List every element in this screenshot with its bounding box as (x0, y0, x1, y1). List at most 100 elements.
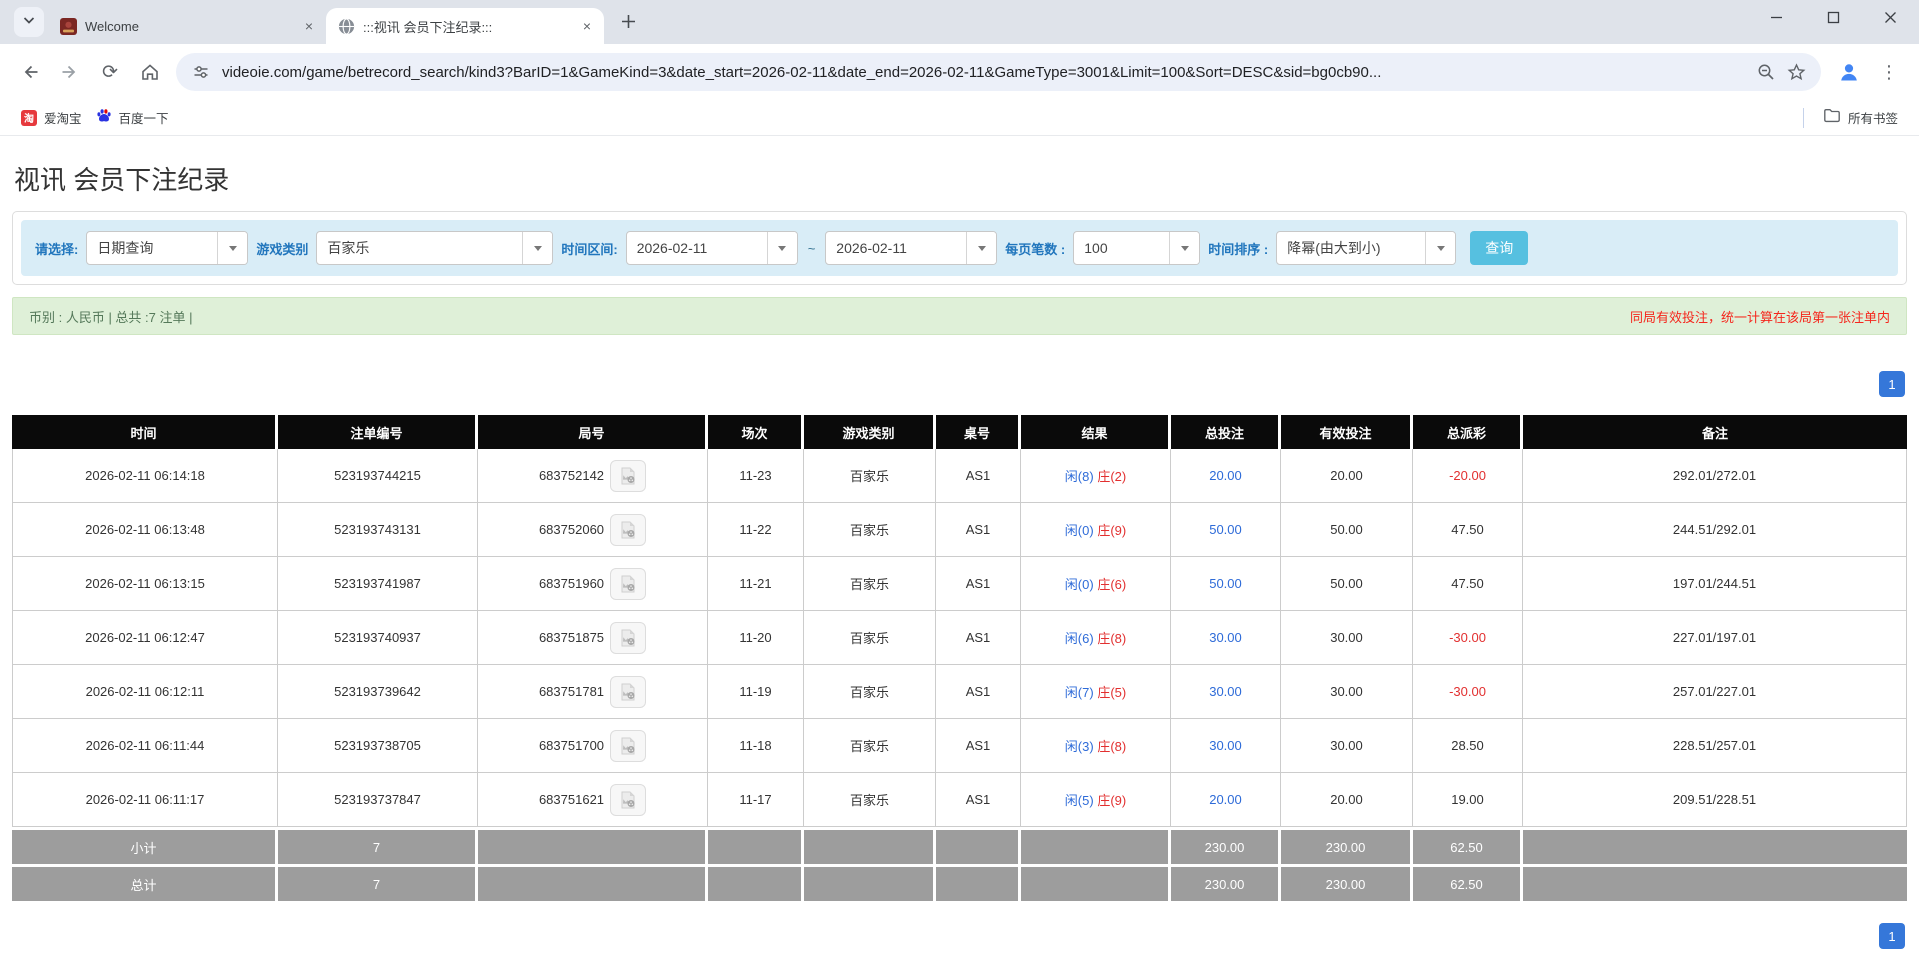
filter-panel: 请选择: 日期查询 游戏类别 百家乐 时间区间: 2026-02-11 ~ 20… (21, 220, 1898, 276)
cell-valid-bet: 30.00 (1281, 719, 1413, 773)
cell-total-bet[interactable]: 20.00 (1171, 449, 1281, 503)
query-type-dropdown[interactable]: 日期查询 (86, 231, 249, 265)
cell-total-bet[interactable]: 30.00 (1171, 719, 1281, 773)
cell-valid-bet: 20.00 (1281, 449, 1413, 503)
bookmarks-divider (1802, 107, 1804, 128)
date-start-value: 2026-02-11 (636, 240, 708, 256)
result-player: 闲(0) (1064, 577, 1094, 592)
new-tab-button[interactable] (614, 7, 642, 35)
bookmark-star-icon[interactable] (1781, 57, 1811, 87)
subtotal-valid-bet: 230.00 (1281, 827, 1413, 864)
bookmark-aitaobao[interactable]: 淘 爱淘宝 (14, 104, 89, 131)
cell-total-bet[interactable]: 30.00 (1171, 611, 1281, 665)
result-banker: 庄(8) (1097, 739, 1127, 754)
cell-session: 11-21 (708, 557, 804, 611)
cell-total-bet[interactable]: 50.00 (1171, 503, 1281, 557)
date-end-value: 2026-02-11 (836, 240, 907, 256)
browser-menu-button[interactable]: ⋮ (1869, 52, 1909, 92)
result-player: 闲(7) (1064, 685, 1094, 700)
film-replay-icon (621, 575, 635, 592)
dropdown-arrow-icon[interactable] (966, 232, 997, 264)
round-media-button[interactable] (610, 567, 647, 600)
subtotal-count: 7 (278, 827, 478, 864)
film-replay-icon (621, 737, 635, 754)
cell-session: 11-19 (708, 665, 804, 719)
bookmark-baidu[interactable]: 百度一下 (89, 104, 176, 131)
filter-container: 请选择: 日期查询 游戏类别 百家乐 时间区间: 2026-02-11 ~ 20… (12, 211, 1907, 285)
tab-welcome[interactable]: Welcome × (48, 8, 326, 44)
zoom-indicator-icon[interactable] (1751, 57, 1781, 87)
round-media-button[interactable] (610, 783, 647, 816)
dropdown-arrow-icon[interactable] (1169, 232, 1200, 264)
close-tab-icon[interactable]: × (300, 17, 318, 35)
site-info-icon[interactable] (186, 57, 216, 87)
page-1-button[interactable]: 1 (1879, 923, 1905, 949)
tab-betrecord[interactable]: :::视讯 会员下注纪录::: × (326, 8, 604, 44)
forward-button[interactable] (50, 52, 90, 92)
dropdown-arrow-icon[interactable] (766, 232, 797, 264)
cell-total-bet[interactable]: 30.00 (1171, 665, 1281, 719)
round-media-button[interactable] (610, 675, 647, 708)
round-media-button[interactable] (610, 621, 647, 654)
round-id-text: 683751700 (538, 738, 605, 753)
page-1-button[interactable]: 1 (1879, 371, 1905, 397)
profile-avatar[interactable] (1829, 52, 1869, 92)
cell-note: 209.51/228.51 (1523, 773, 1907, 827)
cell-round-id: 683751700 (478, 719, 708, 773)
film-replay-icon (621, 467, 635, 484)
cell-payout: 47.50 (1413, 557, 1523, 611)
close-window-button[interactable] (1862, 0, 1919, 34)
back-button[interactable] (10, 52, 50, 92)
date-end-input[interactable]: 2026-02-11 (825, 231, 998, 265)
all-bookmarks-button[interactable]: 所有书签 (1816, 103, 1905, 132)
time-sort-dropdown[interactable]: 降幂(由大到小) (1276, 231, 1457, 265)
cell-bet-id: 523193740937 (278, 611, 478, 665)
dropdown-arrow-icon[interactable] (217, 232, 248, 264)
cell-valid-bet: 30.00 (1281, 665, 1413, 719)
home-button[interactable] (130, 52, 170, 92)
round-media-button[interactable] (610, 729, 647, 762)
address-bar[interactable]: videoie.com/game/betrecord_search/kind3?… (176, 53, 1821, 91)
cell-session: 11-23 (708, 449, 804, 503)
maximize-button[interactable] (1805, 0, 1862, 34)
cell-time: 2026-02-11 06:12:47 (12, 611, 278, 665)
all-bookmarks-label: 所有书签 (1847, 112, 1898, 126)
tab-title: Welcome (85, 18, 139, 34)
cell-time: 2026-02-11 06:13:15 (12, 557, 278, 611)
cell-table-no: AS1 (936, 665, 1021, 719)
per-page-dropdown[interactable]: 100 (1073, 231, 1201, 265)
minimize-button[interactable] (1748, 0, 1805, 34)
game-kind-dropdown[interactable]: 百家乐 (316, 231, 554, 265)
round-id-text: 683752060 (538, 522, 605, 537)
cell-total-bet[interactable]: 20.00 (1171, 773, 1281, 827)
chevron-down-icon (21, 12, 37, 33)
cell-result: 闲(5) 庄(9) (1021, 773, 1171, 827)
page-title: 视讯 会员下注纪录 (14, 165, 230, 195)
search-button[interactable]: 查询 (1470, 231, 1529, 265)
close-tab-icon[interactable]: × (578, 17, 596, 35)
folder-icon (1823, 107, 1841, 128)
pagination-top: 1 (14, 371, 1905, 397)
reload-button[interactable]: ⟳ (90, 52, 130, 92)
result-player: 闲(6) (1064, 631, 1094, 646)
cell-empty (1523, 864, 1907, 901)
total-payout: 62.50 (1413, 864, 1523, 901)
window-controls (1748, 0, 1919, 34)
tab-search-button[interactable] (14, 7, 44, 37)
round-id-text: 683751960 (538, 576, 605, 591)
cell-result: 闲(0) 庄(6) (1021, 557, 1171, 611)
cell-valid-bet: 50.00 (1281, 503, 1413, 557)
bookmark-label: 百度一下 (118, 112, 169, 126)
date-start-input[interactable]: 2026-02-11 (625, 231, 798, 265)
round-media-button[interactable] (610, 459, 647, 492)
round-media-button[interactable] (610, 513, 647, 546)
cell-total-bet[interactable]: 50.00 (1171, 557, 1281, 611)
valid-bet-notice-text: 同局有效投注，统一计算在该局第一张注单内 (1629, 309, 1890, 325)
result-banker: 庄(6) (1097, 577, 1127, 592)
cell-valid-bet: 20.00 (1281, 773, 1413, 827)
dropdown-arrow-icon[interactable] (522, 232, 553, 264)
dropdown-arrow-icon[interactable] (1425, 232, 1456, 264)
baidu-paw-icon (96, 108, 112, 127)
cell-round-id: 683751781 (478, 665, 708, 719)
url-text[interactable]: videoie.com/game/betrecord_search/kind3?… (222, 64, 1751, 81)
